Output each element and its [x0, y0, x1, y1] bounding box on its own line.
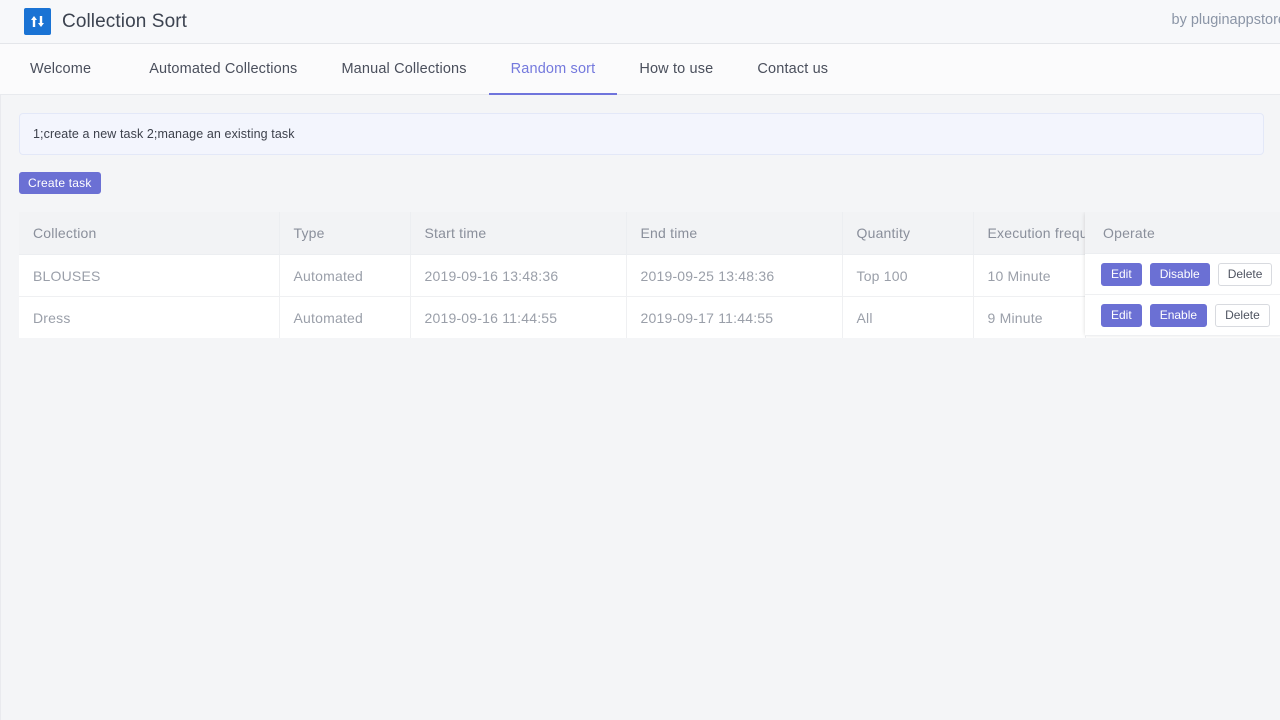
- tab-welcome[interactable]: Welcome: [30, 44, 127, 94]
- cell-type: Automated: [279, 255, 410, 297]
- cell-end-time: 2019-09-17 11:44:55: [626, 297, 842, 339]
- tab-how-to-use[interactable]: How to use: [617, 44, 735, 94]
- tab-contact-us[interactable]: Contact us: [735, 44, 850, 94]
- create-task-button[interactable]: Create task: [19, 172, 101, 194]
- fixed-row-actions: Edit Enable Delete: [1085, 295, 1280, 336]
- cell-quantity: Top 100: [842, 255, 973, 297]
- delete-button[interactable]: Delete: [1218, 263, 1273, 286]
- byline: by pluginappstore: [1172, 12, 1280, 28]
- toolbar: Create task: [19, 172, 1264, 194]
- column-header-type[interactable]: Type: [279, 212, 410, 255]
- disable-button[interactable]: Disable: [1150, 263, 1210, 286]
- column-header-execution-frequency[interactable]: Execution frequency: [973, 212, 1085, 255]
- enable-button[interactable]: Enable: [1150, 304, 1207, 327]
- tab-random-sort[interactable]: Random sort: [489, 44, 618, 94]
- app-header: Collection Sort by pluginappstore: [0, 0, 1280, 44]
- cell-end-time: 2019-09-25 13:48:36: [626, 255, 842, 297]
- column-header-collection[interactable]: Collection: [19, 212, 279, 255]
- brand: Collection Sort: [24, 8, 187, 35]
- main-nav: Welcome Automated Collections Manual Col…: [0, 44, 1280, 95]
- cell-collection: BLOUSES: [19, 255, 279, 297]
- edit-button[interactable]: Edit: [1101, 304, 1142, 327]
- cell-type: Automated: [279, 297, 410, 339]
- delete-button[interactable]: Delete: [1215, 304, 1270, 327]
- page-content: 1;create a new task 2;manage an existing…: [0, 95, 1280, 720]
- cell-start-time: 2019-09-16 11:44:55: [410, 297, 626, 339]
- tab-automated-collections[interactable]: Automated Collections: [127, 44, 319, 94]
- tab-manual-collections[interactable]: Manual Collections: [319, 44, 488, 94]
- page-title: Collection Sort: [62, 11, 187, 33]
- fixed-row-actions: Edit Disable Delete: [1085, 254, 1280, 295]
- column-header-end-time[interactable]: End time: [626, 212, 842, 255]
- cell-start-time: 2019-09-16 13:48:36: [410, 255, 626, 297]
- column-header-start-time[interactable]: Start time: [410, 212, 626, 255]
- info-banner-text: 1;create a new task 2;manage an existing…: [33, 127, 295, 141]
- info-banner: 1;create a new task 2;manage an existing…: [19, 113, 1264, 155]
- cell-collection: Dress: [19, 297, 279, 339]
- sort-arrows-icon: [24, 8, 51, 35]
- cell-quantity: All: [842, 297, 973, 339]
- app-root: Collection Sort by pluginappstore Welcom…: [0, 0, 1280, 720]
- tasks-table: Collection Type Start time End time Quan…: [19, 212, 1280, 338]
- cell-frequency: 9 Minute: [973, 297, 1085, 339]
- edit-button[interactable]: Edit: [1101, 263, 1142, 286]
- column-header-quantity[interactable]: Quantity: [842, 212, 973, 255]
- cell-frequency: 10 Minute: [973, 255, 1085, 297]
- fixed-column-header-operate: Operate: [1085, 212, 1280, 254]
- fixed-operate-column: Operate Edit Disable Delete Edit Enable …: [1085, 212, 1280, 336]
